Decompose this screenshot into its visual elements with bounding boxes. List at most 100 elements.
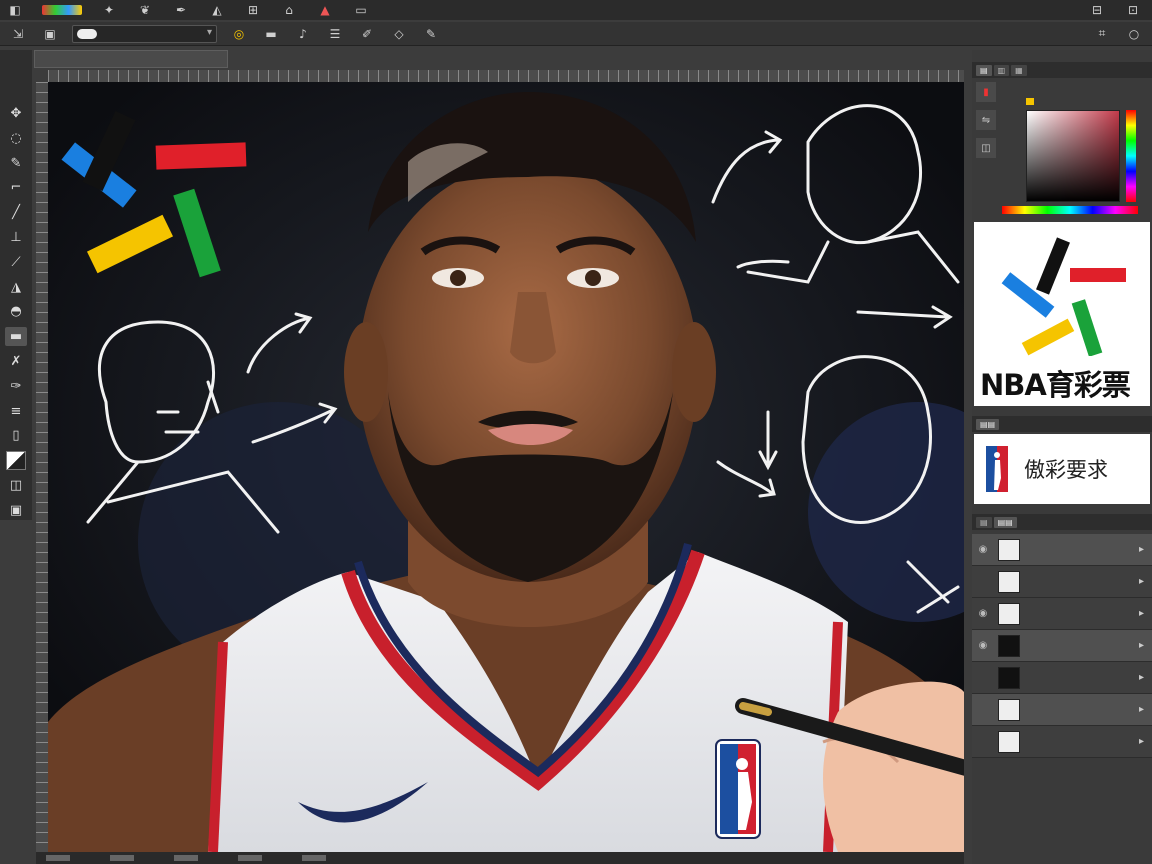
feather-icon[interactable]: ❦ <box>136 3 154 17</box>
app-logo-icon[interactable]: ◧ <box>6 3 24 17</box>
horizontal-ruler <box>48 70 964 82</box>
tab-swatches[interactable]: ▥ <box>993 64 1010 76</box>
status-segment <box>46 855 70 861</box>
layer-row[interactable]: ▸ <box>972 726 1152 758</box>
type-tool-icon[interactable]: ✗ <box>5 352 27 371</box>
status-segment <box>238 855 262 861</box>
quick-select-icon[interactable]: ✎ <box>5 154 27 173</box>
home-icon[interactable]: ⌂ <box>280 3 298 17</box>
visibility-icon[interactable]: ◉ <box>972 544 994 555</box>
document-canvas[interactable] <box>48 82 964 852</box>
hue-slider[interactable] <box>1126 110 1136 202</box>
pen-tool-icon[interactable]: ▬ <box>5 327 27 347</box>
brush-tip-preview <box>77 28 97 39</box>
brush-icon[interactable]: ✦ <box>100 3 118 17</box>
blur-tool-icon[interactable]: ◓ <box>5 303 27 322</box>
document-tab[interactable] <box>34 50 228 68</box>
pupil-left <box>450 270 466 286</box>
lasso-tool-icon[interactable]: ◌ <box>5 129 27 148</box>
visibility-icon[interactable]: ◉ <box>972 608 994 619</box>
layer-row[interactable]: ▸ <box>972 662 1152 694</box>
symmetry-icon[interactable]: ✎ <box>421 25 441 43</box>
search-icon[interactable]: ○ <box>1124 25 1144 43</box>
pen-icon[interactable]: ✒ <box>172 3 190 17</box>
tab-channels[interactable]: ▤ <box>976 516 992 528</box>
tools-panel: ✥ ◌ ✎ ⌐ ╱ ⊥ ⟋ ◮ ◓ ▬ ✗ ✑ ≡ ▯ ◫ ▣ <box>0 50 32 520</box>
status-segment <box>110 855 134 861</box>
layer-row[interactable]: ◉ ▸ <box>972 598 1152 630</box>
expand-arrow-icon[interactable]: ▸ <box>1139 544 1144 555</box>
pressure-icon[interactable]: ◇ <box>389 25 409 43</box>
nba-panel-icon[interactable]: ▮ <box>976 82 996 102</box>
nba-jersey-logo <box>715 739 761 839</box>
history-brush-icon[interactable]: ⟋ <box>5 253 27 272</box>
align-icon[interactable]: ☰ <box>325 25 345 43</box>
workspace-icon[interactable]: ⊟ <box>1088 3 1106 17</box>
foreground-chip[interactable] <box>1026 98 1034 105</box>
window-icon[interactable]: ⊡ <box>1124 3 1142 17</box>
expand-arrow-icon[interactable]: ▸ <box>1139 608 1144 619</box>
mode-icon[interactable]: ◎ <box>229 25 249 43</box>
grid-icon[interactable]: ⊞ <box>244 3 262 17</box>
layer-thumbnail <box>998 538 1020 561</box>
logo-mark-icon <box>1001 237 1126 356</box>
layers-panel-tabs: ▤ ▤▤ <box>972 514 1152 530</box>
eraser-tool-icon[interactable]: ◮ <box>5 278 27 297</box>
layer-row[interactable]: ▸ <box>972 566 1152 598</box>
status-segment <box>174 855 198 861</box>
layer-list: ◉ ▸ ▸ ◉ ▸ ◉ ▸ ▸ ▸ ▸ <box>972 534 1152 758</box>
music-icon[interactable]: ♪ <box>293 25 313 43</box>
color-spectrum[interactable] <box>1002 206 1138 214</box>
layer-thumbnail <box>998 602 1020 625</box>
layer-row[interactable]: ◉ ▸ <box>972 630 1152 662</box>
swap-icon[interactable]: ⇋ <box>976 110 996 130</box>
layer-thumbnail <box>998 730 1020 753</box>
path-select-icon[interactable]: ✑ <box>5 377 27 396</box>
expand-arrow-icon[interactable]: ▸ <box>1139 704 1144 715</box>
hand-tool-icon[interactable]: ▯ <box>5 427 27 446</box>
tab-color[interactable]: ▤ <box>976 64 992 76</box>
layers-icon[interactable]: ▭ <box>352 3 370 17</box>
brush-preset-select[interactable] <box>72 24 217 43</box>
airbrush-icon[interactable]: ✐ <box>357 25 377 43</box>
brush-preset-icon[interactable]: ▣ <box>40 25 60 43</box>
color-picker-field[interactable] <box>1026 110 1120 202</box>
visibility-icon[interactable]: ◉ <box>972 640 994 651</box>
expand-arrow-icon[interactable]: ▸ <box>1139 672 1144 683</box>
color-panel: ▤ ▥ ▦ ▮ ⇋ ◫ <box>972 62 1152 214</box>
menu-bar: ◧ ✦ ❦ ✒ ◭ ⊞ ⌂ ▲ ▭ ⊟ ⊡ <box>0 0 1152 20</box>
ear-left <box>344 322 388 422</box>
ear-right <box>672 322 716 422</box>
expand-arrow-icon[interactable]: ▸ <box>1139 736 1144 747</box>
eraser-icon[interactable]: ◭ <box>208 3 226 17</box>
layer-thumbnail <box>998 570 1020 593</box>
stamp-tool-icon[interactable]: ⊥ <box>5 228 27 247</box>
layer-row[interactable]: ◉ ▸ <box>972 534 1152 566</box>
layer-thumbnail <box>998 666 1020 689</box>
opacity-icon[interactable]: ▬ <box>261 25 281 43</box>
tool-preset-icon[interactable]: ⇲ <box>8 25 28 43</box>
right-panels: ▤ ▥ ▦ ▮ ⇋ ◫ NBA育彩票 ▤▤ 傲彩要求 ▤ ▤▤ ◉ ▸ ▸ ◉ … <box>972 50 1152 864</box>
move-tool-icon[interactable]: ✥ <box>5 104 27 123</box>
crop-icon[interactable]: ⌗ <box>1092 25 1112 43</box>
color-swatch-strip[interactable] <box>42 5 82 15</box>
expand-arrow-icon[interactable]: ▸ <box>1139 576 1144 587</box>
shape-tool-icon[interactable]: ≡ <box>5 402 27 421</box>
tab-gradients[interactable]: ▦ <box>1011 64 1027 76</box>
foreground-background-color[interactable] <box>6 451 26 471</box>
expand-arrow-icon[interactable]: ▸ <box>1139 640 1144 651</box>
mask-icon[interactable]: ◫ <box>976 138 996 158</box>
quick-mask-icon[interactable]: ◫ <box>5 476 27 495</box>
tab-requirements[interactable]: ▤▤ <box>976 418 1000 430</box>
crop-tool-icon[interactable]: ⌐ <box>5 178 27 197</box>
layers-panel: ▤ ▤▤ ◉ ▸ ▸ ◉ ▸ ◉ ▸ ▸ ▸ ▸ <box>972 514 1152 864</box>
brush-tool-icon[interactable]: ╱ <box>5 203 27 222</box>
tab-layers[interactable]: ▤▤ <box>993 516 1017 528</box>
rainbow-icon[interactable]: ▲ <box>316 3 334 17</box>
artwork <box>48 82 964 852</box>
requirement-panel-tabs: ▤▤ <box>972 416 1152 432</box>
layer-row[interactable]: ▸ <box>972 694 1152 726</box>
nba-logo-icon <box>986 446 1008 492</box>
options-bar: ⇲ ▣ ◎ ▬ ♪ ☰ ✐ ◇ ✎ ⌗ ○ <box>0 22 1152 46</box>
screen-mode-icon[interactable]: ▣ <box>5 501 27 520</box>
